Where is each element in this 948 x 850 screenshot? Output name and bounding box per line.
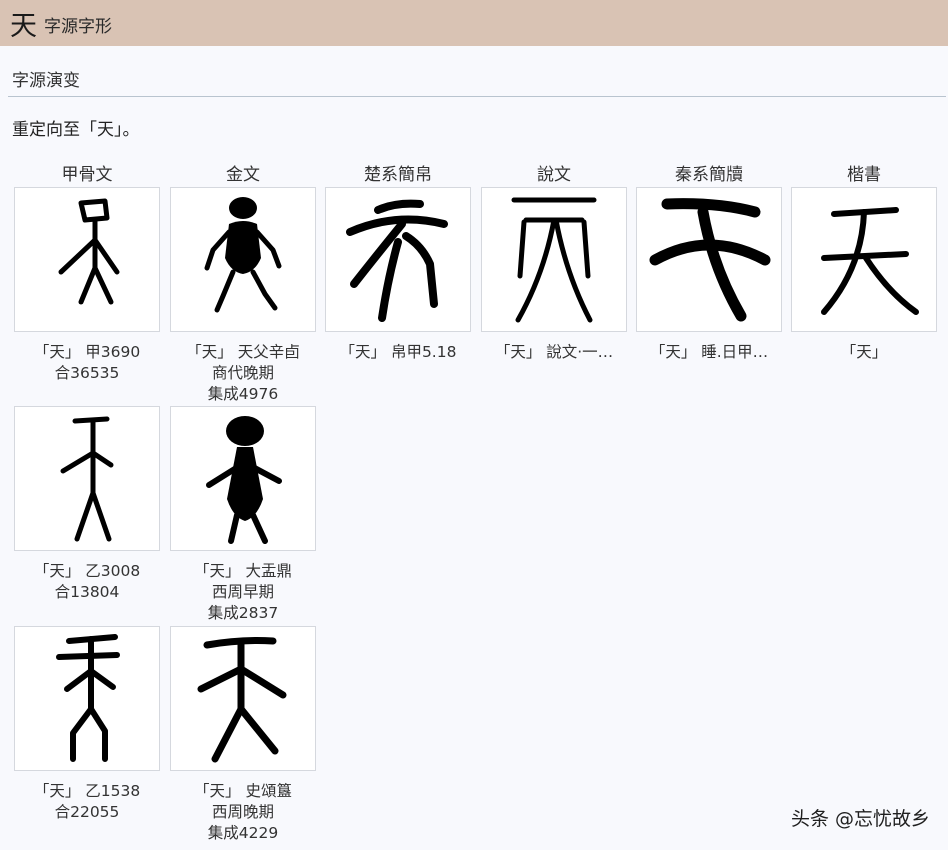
caption-line: 「天」 史頌簋 [194, 782, 292, 800]
column-header-chu-bamboo: 楚系簡帛 [364, 165, 432, 185]
glyph-cell-oracle-3[interactable] [14, 626, 160, 771]
section-title: 字源演变 [12, 71, 80, 91]
column-header-oracle: 甲骨文 [61, 165, 113, 185]
oracle-glyph-1 [58, 198, 120, 305]
caption-chu-bamboo-1: 「天」 帛甲5.18 [325, 342, 471, 363]
bronze-glyph-3 [197, 637, 287, 763]
chu-glyph-1 [346, 199, 448, 322]
regular-glyph-1 [821, 207, 919, 315]
glyph-cell-shuowen-1[interactable] [481, 187, 627, 332]
caption-line: 西周早期 [211, 583, 274, 601]
caption-bronze-3: 「天」 史頌簋 西周晚期 集成4229 [170, 781, 316, 844]
caption-line: 「天」 甲3690 [33, 343, 141, 361]
caption-line: 「天」 乙1538 [33, 782, 141, 800]
caption-bronze-2: 「天」 大盂鼎 西周早期 集成2837 [170, 561, 316, 624]
caption-line: 西周晚期 [211, 803, 274, 821]
oracle-glyph-3 [56, 634, 120, 762]
column-header-qin-slips: 秦系簡牘 [675, 165, 743, 185]
column-header-regular-script: 楷書 [847, 165, 881, 185]
oracle-glyph-2 [60, 416, 114, 542]
caption-oracle-3: 「天」 乙1538 合22055 [14, 781, 160, 823]
caption-line: 「天」 乙3008 [33, 562, 141, 580]
caption-line: 「天」 帛甲5.18 [339, 343, 457, 361]
shuowen-glyph-1 [511, 197, 597, 323]
caption-line: 商代晚期 [211, 364, 274, 382]
caption-bronze-1: 「天」 天父辛卣 商代晚期 集成4976 [170, 342, 316, 405]
caption-line: 「天」 [840, 343, 888, 361]
caption-oracle-2: 「天」 乙3008 合13804 [14, 561, 160, 603]
watermark: 头条 @忘忧故乡 [790, 808, 930, 830]
caption-line: 「天」 睡.日甲… [649, 343, 769, 361]
glyph-cell-bronze-1[interactable] [170, 187, 316, 332]
bronze-glyph-2 [206, 416, 282, 544]
caption-qin-slips-1: 「天」 睡.日甲… [636, 342, 782, 363]
caption-shuowen-1: 「天」 說文‧一… [481, 342, 627, 363]
glyph-cell-oracle-2[interactable] [14, 406, 160, 551]
redirect-note: 重定向至「天」。 [12, 120, 140, 140]
caption-line: 集成4229 [207, 824, 279, 842]
qin-glyph-1 [649, 198, 771, 322]
glyph-cell-bronze-2[interactable] [170, 406, 316, 551]
caption-line: 合13804 [54, 583, 120, 601]
glyph-cell-chu-bamboo-1[interactable] [325, 187, 471, 332]
glyph-cell-qin-slips-1[interactable] [636, 187, 782, 332]
caption-line: 合36535 [54, 364, 120, 382]
caption-regular-1: 「天」 [791, 342, 937, 363]
section-divider [8, 96, 946, 97]
glyph-cell-bronze-3[interactable] [170, 626, 316, 771]
bronze-glyph-1 [204, 197, 282, 313]
glyph-cell-oracle-1[interactable] [14, 187, 160, 332]
caption-line: 「天」 天父辛卣 [186, 343, 300, 361]
header-title: 字源字形 [44, 17, 112, 37]
caption-line: 集成2837 [207, 604, 279, 622]
caption-line: 集成4976 [207, 385, 279, 403]
header-bar: 天 字源字形 [0, 0, 948, 46]
glyph-cell-regular-1[interactable] [791, 187, 937, 332]
column-header-bronze: 金文 [226, 165, 260, 185]
caption-oracle-1: 「天」 甲3690 合36535 [14, 342, 160, 384]
caption-line: 「天」 說文‧一… [494, 343, 614, 361]
caption-line: 「天」 大盂鼎 [194, 562, 292, 580]
caption-line: 合22055 [54, 803, 120, 821]
header-character: 天 [10, 11, 37, 42]
column-header-shuowen: 說文 [537, 165, 571, 185]
